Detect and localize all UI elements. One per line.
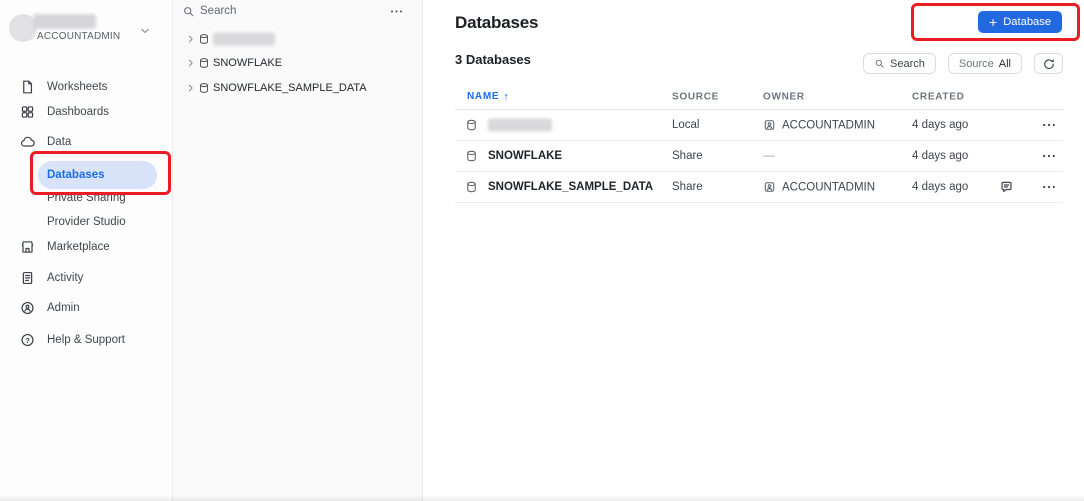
plus-icon: + (989, 14, 998, 30)
chevron-down-icon (138, 24, 152, 38)
tree-item-label: SNOWFLAKE_SAMPLE_DATA (213, 82, 367, 94)
refresh-icon (1042, 57, 1056, 71)
tree-item-snowflake-sample-data[interactable]: SNOWFLAKE_SAMPLE_DATA (173, 78, 423, 98)
table-header-row: NAME ↑ SOURCE OWNER CREATED (455, 84, 1063, 110)
user-badge-icon (763, 181, 776, 194)
databases-page: Databases + Database 3 Databases Search … (423, 0, 1084, 501)
question-circle-icon: ? (20, 333, 35, 348)
owner-name: ACCOUNTADMIN (782, 119, 876, 131)
sidebar-item-label: Worksheets (47, 81, 108, 93)
source-filter-label: Source (958, 57, 994, 70)
sidebar: ACCOUNTADMIN Worksheets Dashboards Data (0, 0, 173, 501)
database-name: SNOWFLAKE (488, 150, 563, 162)
database-icon (465, 150, 478, 163)
sidebar-item-help-support[interactable]: ? Help & Support (0, 328, 173, 352)
activity-log-icon (20, 271, 35, 286)
sidebar-item-marketplace[interactable]: Marketplace (0, 235, 173, 259)
source-filter-value: All (998, 57, 1011, 70)
created-cell: 4 days ago (912, 150, 969, 162)
tree-item-snowflake[interactable]: SNOWFLAKE (173, 53, 423, 73)
column-header-owner: OWNER (763, 91, 805, 102)
row-actions-button[interactable] (1041, 179, 1057, 195)
explorer-search-input[interactable]: Search (173, 3, 373, 21)
database-icon (198, 82, 210, 94)
table-search-button[interactable]: Search (863, 53, 936, 74)
explorer-search-placeholder: Search (200, 5, 237, 17)
account-name-redacted (33, 14, 96, 29)
sidebar-item-label: Dashboards (47, 106, 110, 118)
database-explorer-panel: Search SNOWFLAKE SNOWFLAKE_SAMPLE_DATA (173, 0, 423, 501)
table-row-snowflake-sample-data[interactable]: SNOWFLAKE_SAMPLE_DATA Share ACCOUNTADMIN… (455, 172, 1063, 203)
database-icon (465, 181, 478, 194)
chevron-right-icon[interactable] (186, 34, 196, 44)
tree-item-database-redacted[interactable] (173, 29, 423, 49)
sort-ascending-icon: ↑ (503, 90, 510, 103)
row-actions-button[interactable] (1041, 117, 1057, 133)
sidebar-item-dashboards[interactable]: Dashboards (0, 100, 173, 124)
created-cell: 4 days ago (912, 119, 969, 131)
account-switcher[interactable]: ACCOUNTADMIN (0, 8, 173, 54)
chevron-right-icon[interactable] (186, 58, 196, 68)
sidebar-item-provider-studio[interactable]: Provider Studio (0, 210, 173, 234)
databases-table: NAME ↑ SOURCE OWNER CREATED Local ACCOUN… (455, 84, 1063, 203)
sidebar-item-label: Admin (47, 302, 80, 314)
create-database-button[interactable]: + Database (978, 11, 1063, 33)
search-icon (182, 5, 195, 18)
sidebar-item-databases[interactable]: Databases (38, 161, 157, 189)
table-row-database-redacted[interactable]: Local ACCOUNTADMIN 4 days ago (455, 110, 1063, 141)
explorer-more-button[interactable] (389, 4, 404, 19)
created-cell: 4 days ago (912, 181, 969, 193)
cloud-icon (20, 135, 35, 150)
sidebar-item-label: Help & Support (47, 334, 125, 346)
source-cell: Share (672, 150, 703, 162)
source-cell: Local (672, 119, 700, 131)
page-title: Databases (455, 13, 539, 32)
sidebar-item-label: Marketplace (47, 241, 110, 253)
sidebar-item-private-sharing[interactable]: Private Sharing (0, 186, 173, 210)
column-header-created: CREATED (912, 91, 965, 102)
refresh-button[interactable] (1034, 53, 1063, 74)
row-actions-button[interactable] (1041, 148, 1057, 164)
search-icon (874, 58, 885, 69)
owner-cell: — (763, 150, 775, 162)
worksheets-icon (20, 80, 35, 95)
sidebar-item-label: Activity (47, 272, 84, 284)
create-database-label: Database (1003, 16, 1052, 28)
dashboards-icon (20, 105, 35, 120)
chevron-right-icon[interactable] (186, 83, 196, 93)
sidebar-item-label: Provider Studio (47, 216, 126, 228)
table-search-label: Search (890, 57, 925, 70)
column-header-source: SOURCE (672, 91, 719, 102)
source-cell: Share (672, 181, 703, 193)
database-icon (198, 33, 210, 45)
owner-name: ACCOUNTADMIN (782, 181, 876, 193)
svg-text:?: ? (25, 336, 30, 345)
sidebar-item-worksheets[interactable]: Worksheets (0, 75, 173, 99)
comment-icon[interactable] (999, 180, 1014, 195)
snowflake-app: ACCOUNTADMIN Worksheets Dashboards Data (0, 0, 1084, 501)
database-name: SNOWFLAKE_SAMPLE_DATA (488, 181, 654, 193)
column-header-name[interactable]: NAME ↑ (467, 91, 509, 103)
sidebar-item-activity[interactable]: Activity (0, 266, 173, 290)
database-icon (198, 57, 210, 69)
database-icon (465, 119, 478, 132)
owner-cell: ACCOUNTADMIN (763, 181, 875, 194)
owner-cell: ACCOUNTADMIN (763, 119, 875, 132)
account-role-label: ACCOUNTADMIN (37, 31, 121, 42)
table-toolbar: Search Source All (863, 53, 1063, 74)
source-filter-button[interactable]: Source All (947, 53, 1022, 74)
sidebar-item-label: Private Sharing (47, 192, 126, 204)
tree-item-label-redacted (213, 32, 275, 46)
sidebar-item-label: Databases (47, 169, 105, 181)
sidebar-item-admin[interactable]: Admin (0, 296, 173, 320)
storefront-icon (20, 240, 35, 255)
database-name-redacted (488, 118, 552, 132)
sidebar-item-label: Data (47, 136, 72, 148)
sidebar-item-data[interactable]: Data (0, 130, 173, 154)
database-count: 3 Databases (455, 52, 531, 67)
admin-badge-icon (20, 301, 35, 316)
tree-item-label: SNOWFLAKE (213, 57, 283, 69)
user-badge-icon (763, 119, 776, 132)
table-row-snowflake[interactable]: SNOWFLAKE Share — 4 days ago (455, 141, 1063, 172)
